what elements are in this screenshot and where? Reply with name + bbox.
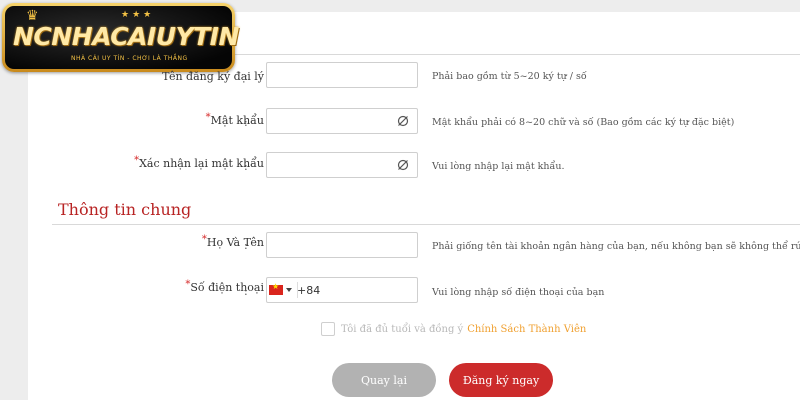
eye-off-icon[interactable] <box>397 159 409 171</box>
agreement-checkbox[interactable] <box>321 322 335 336</box>
agent-username-input[interactable] <box>266 62 418 88</box>
full-name-input[interactable] <box>266 232 418 258</box>
logo-inner: ♛ ★★★ NCNHACAIUYTIN NHÀ CÁI UY TÍN - CHƠ… <box>5 6 239 69</box>
colon: : <box>244 160 248 173</box>
required-mark: * <box>185 279 191 290</box>
password-input[interactable] <box>266 108 418 134</box>
agent-username-label-text: Tên đăng ký đại lý <box>162 70 264 83</box>
logo-text: NCNHACAIUYTIN <box>13 22 239 51</box>
colon: : <box>244 116 248 129</box>
agent-username-label: Tên đăng ký đại lý <box>162 70 264 83</box>
stars-icon: ★★★ <box>121 10 155 20</box>
password-hint: Mật khẩu phải có 8~20 chữ và số (Bao gồm… <box>432 117 735 128</box>
colon: : <box>244 285 248 298</box>
full-name-hint: Phải giống tên tài khoản ngân hàng của b… <box>432 241 800 252</box>
vietnam-flag-icon <box>269 282 283 295</box>
password-label: *Mật khẩu <box>205 112 264 127</box>
colon: : <box>244 239 248 252</box>
section-title-general: Thông tin chung <box>58 200 192 219</box>
required-mark: * <box>134 155 140 166</box>
brand-logo[interactable]: ♛ ★★★ NCNHACAIUYTIN NHÀ CÁI UY TÍN - CHƠ… <box>2 3 239 72</box>
back-button[interactable]: Quay lại <box>332 363 436 397</box>
phone-label-text: Số điện thoại <box>190 281 264 294</box>
agent-username-hint: Phải bao gồm từ 5~20 ký tự / số <box>432 71 587 82</box>
confirm-password-input[interactable] <box>266 152 418 178</box>
required-mark: * <box>205 112 211 123</box>
full-name-label-text: Họ Và Tên <box>206 236 264 249</box>
caret-down-icon <box>286 288 292 292</box>
agreement-text: Tôi đã đủ tuổi và đồng ý <box>341 323 464 335</box>
colon: : <box>244 70 248 83</box>
register-button[interactable]: Đăng ký ngay <box>449 363 553 397</box>
phone-input[interactable]: +84 <box>266 277 418 303</box>
agreement-row: Tôi đã đủ tuổi và đồng ý Chính Sách Thàn… <box>321 322 586 336</box>
logo-tagline: NHÀ CÁI UY TÍN - CHƠI LÀ THẮNG <box>71 55 188 62</box>
country-code-selector[interactable] <box>269 281 298 299</box>
full-name-label: *Họ Và Tên <box>201 234 264 249</box>
required-mark: * <box>201 234 207 245</box>
dial-code: +84 <box>297 284 321 297</box>
eye-off-icon[interactable] <box>397 115 409 127</box>
password-label-text: Mật khẩu <box>210 114 264 127</box>
phone-hint: Vui lòng nhập số điện thoại của bạn <box>432 287 605 298</box>
section-divider <box>52 224 800 225</box>
phone-label: *Số điện thoại <box>185 279 264 294</box>
member-policy-link[interactable]: Chính Sách Thành Viên <box>467 324 586 335</box>
confirm-password-hint: Vui lòng nhập lại mật khẩu. <box>432 161 565 172</box>
